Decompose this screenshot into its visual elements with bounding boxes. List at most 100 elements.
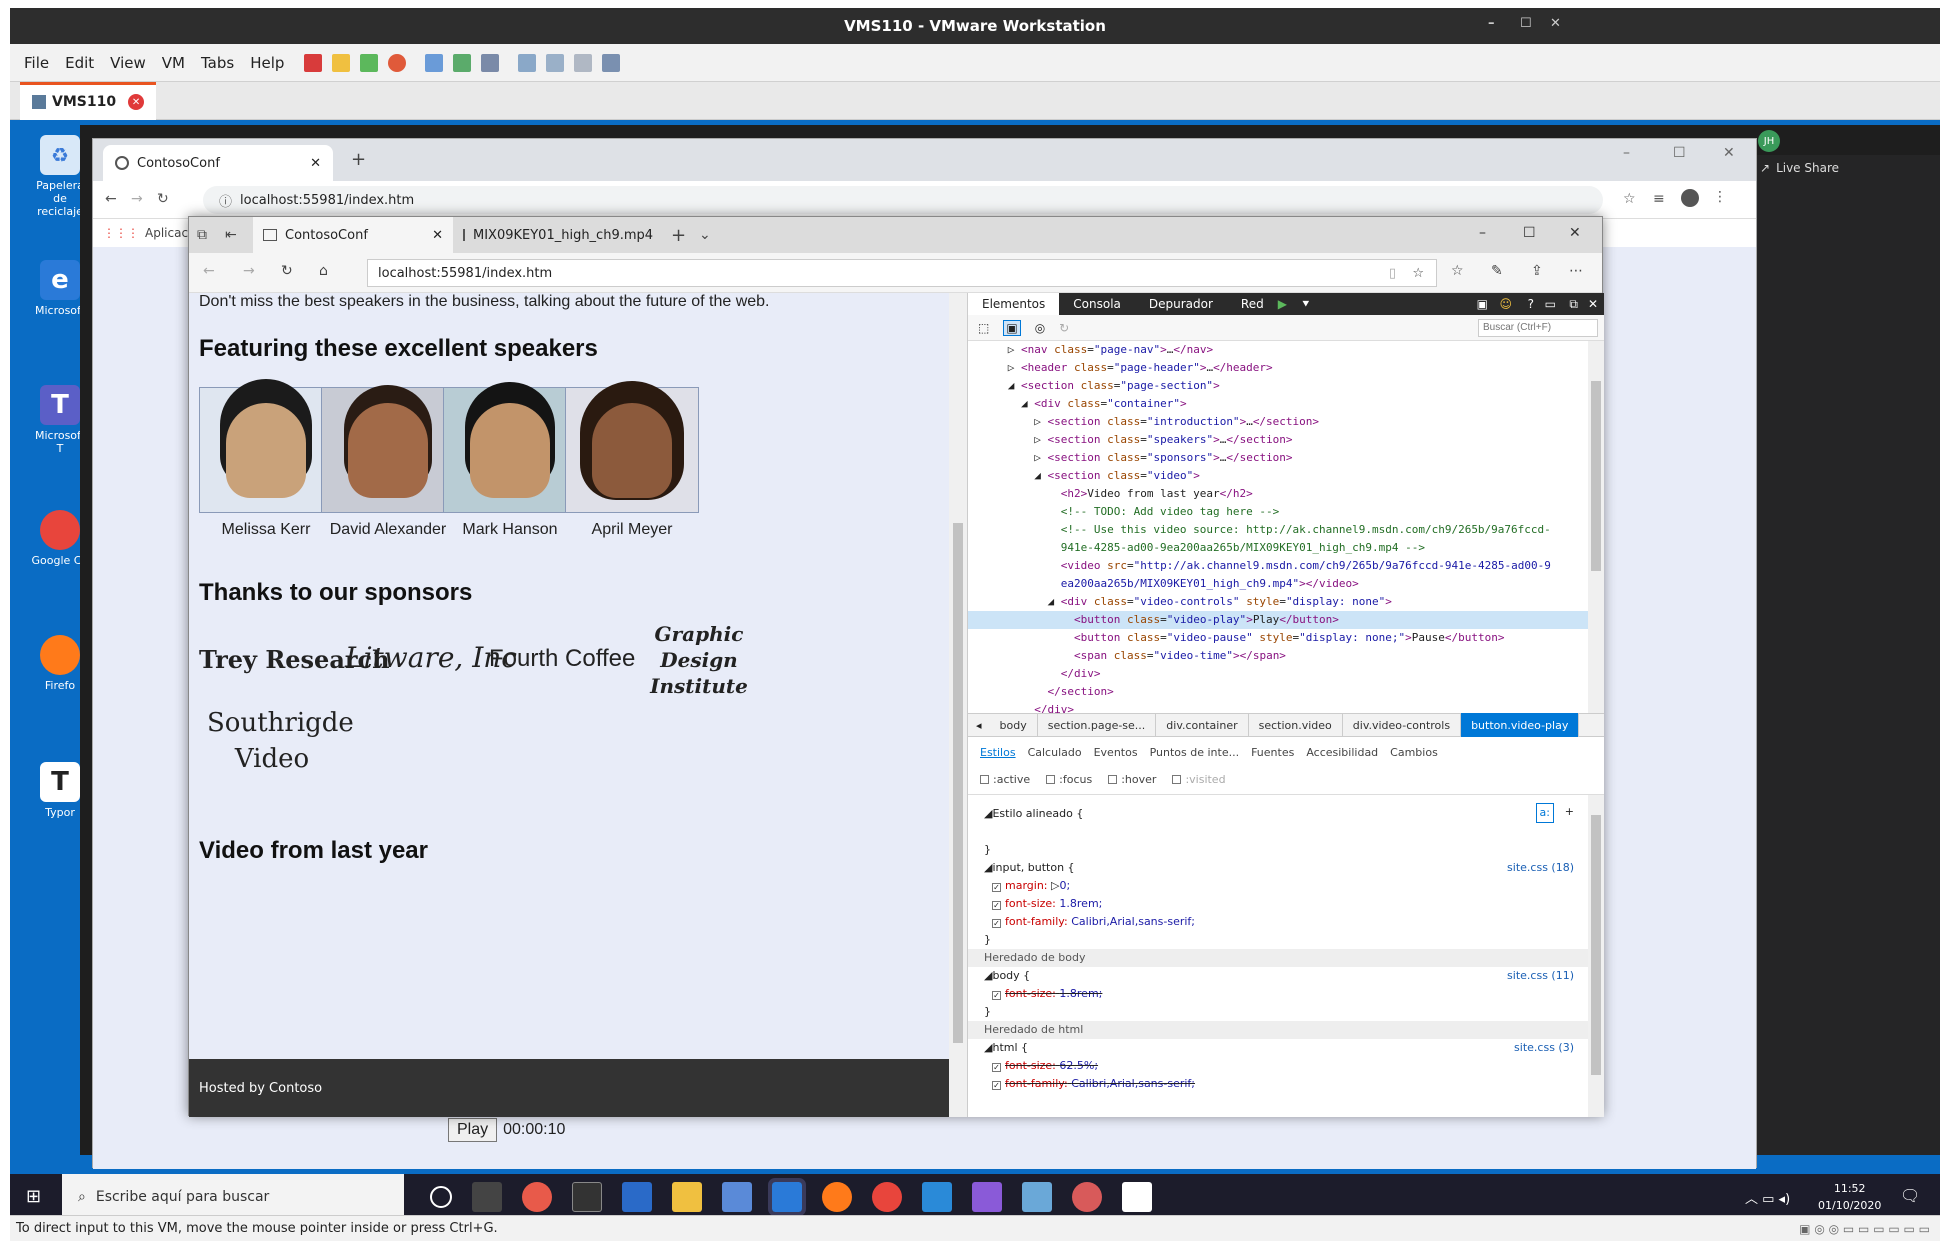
clock[interactable]: 11:52 01/10/2020 — [1818, 1180, 1881, 1214]
tab-vms110[interactable]: VMS110 ✕ — [20, 81, 157, 120]
breadcrumb-item[interactable]: section.page-se... — [1038, 713, 1157, 737]
dom-node[interactable]: ▷ <nav class="page-nav">…</nav> — [968, 341, 1588, 359]
dom-node[interactable]: <button class="video-pause" style="displ… — [968, 629, 1588, 647]
inline-style-rule[interactable]: ◢Estilo alineado { a: + — [968, 803, 1588, 823]
css-rule[interactable]: ◢body {site.css (11) — [968, 967, 1588, 985]
close-tab-icon[interactable]: ✕ — [310, 156, 321, 171]
avatar[interactable]: JH — [1758, 130, 1780, 152]
css-rule[interactable]: ◢html {site.css (3) — [968, 1039, 1588, 1057]
dom-node[interactable]: ▷ <section class="sponsors">…</section> — [968, 449, 1588, 467]
dom-node[interactable]: ◢ <div class="container"> — [968, 395, 1588, 413]
forward-icon[interactable]: → — [131, 191, 143, 207]
minimize-icon[interactable]: – — [1623, 145, 1630, 161]
css-property[interactable]: ✓ font-family: Calibri,Arial,sans-serif; — [968, 913, 1588, 931]
tab-estilos[interactable]: Estilos — [980, 746, 1016, 759]
forward-icon[interactable]: → — [243, 263, 255, 279]
chevron-down-icon[interactable]: ⌄ — [699, 227, 711, 243]
css-property[interactable]: ✓ margin: ▷0; — [968, 877, 1588, 895]
dom-node[interactable]: ▷ <section class="speakers">…</section> — [968, 431, 1588, 449]
dom-node[interactable]: <video src="http://ak.channel9.msdn.com/… — [968, 557, 1588, 575]
play-button[interactable]: Play — [448, 1118, 498, 1142]
close-tab-icon[interactable]: ✕ — [128, 94, 145, 110]
css-property[interactable]: ✓ font-family: Calibri,Arial,sans-serif; — [968, 1075, 1588, 1093]
dom-comment[interactable]: <!-- Use this video source: http://ak.ch… — [968, 521, 1588, 539]
breadcrumb-scroll-left-icon[interactable]: ◂ — [968, 719, 990, 732]
undock-icon[interactable]: ⧉ — [1569, 297, 1578, 312]
dom-node[interactable]: ◢ <div class="video-controls" style="dis… — [968, 593, 1588, 611]
feedback-icon[interactable]: ☺ — [1499, 297, 1512, 311]
toggle-active[interactable]: :active — [980, 773, 1030, 786]
toggle-visited[interactable]: :visited — [1172, 773, 1226, 786]
dom-search-input[interactable] — [1478, 318, 1598, 337]
home-icon[interactable]: ⌂ — [319, 263, 328, 279]
rule-source-link[interactable]: site.css (18) — [1507, 859, 1574, 877]
maximize-icon[interactable]: ☐ — [1523, 225, 1536, 241]
snapshot-manager-icon[interactable] — [481, 53, 500, 72]
notifications-icon[interactable]: 🗨 — [1900, 1186, 1920, 1205]
firefox-icon[interactable] — [822, 1182, 852, 1212]
dom-node[interactable]: <h2>Video from last year</h2> — [968, 485, 1588, 503]
breadcrumb-item-selected[interactable]: button.video-play — [1461, 713, 1580, 737]
rule-source-link[interactable]: site.css (3) — [1514, 1039, 1574, 1057]
revert-snapshot-icon[interactable] — [453, 53, 472, 72]
close-tab-icon[interactable]: ✕ — [432, 228, 443, 243]
layout-icon[interactable]: ◎ — [1035, 321, 1045, 335]
minimize-icon[interactable]: – — [1488, 16, 1495, 31]
power-off-icon[interactable] — [304, 53, 323, 72]
edge-icon[interactable] — [768, 1178, 806, 1216]
dom-node[interactable]: ▷ <header class="page-header">…</header> — [968, 359, 1588, 377]
device-icons[interactable]: ▣ ◎ ◎ ▭ ▭ ▭ ▭ ▭ ▭ — [1799, 1222, 1930, 1236]
typora-icon[interactable] — [1122, 1182, 1152, 1212]
styles-scrollbar[interactable] — [1588, 795, 1604, 1117]
more-icon[interactable]: ⋯ — [1569, 263, 1583, 279]
store-icon[interactable] — [722, 1182, 752, 1212]
restart-icon[interactable] — [388, 53, 407, 72]
menu-vm[interactable]: VM — [154, 54, 193, 72]
new-tab-button[interactable]: + — [671, 225, 686, 246]
star-icon[interactable]: ☆ — [1412, 266, 1424, 281]
dom-comment[interactable]: <!-- TODO: Add video tag here --> — [968, 503, 1588, 521]
tab-actions-icon[interactable]: ⧉ — [197, 227, 207, 243]
minimize-icon[interactable]: – — [1479, 225, 1486, 241]
reload-icon[interactable]: ↻ — [157, 191, 169, 207]
dom-node-selected[interactable]: <button class="video-play">Play</button> — [968, 611, 1588, 629]
dom-node[interactable]: ◢ <section class="video"> — [968, 467, 1588, 485]
tab-cambios[interactable]: Cambios — [1390, 746, 1438, 759]
tray-icons[interactable]: ︿ ▭ ◂) — [1745, 1188, 1790, 1207]
pen-icon[interactable]: ✎ — [1491, 263, 1503, 279]
menu-help[interactable]: Help — [242, 54, 292, 72]
reading-list-icon[interactable]: ≡ — [1653, 191, 1665, 207]
dom-scrollbar[interactable] — [1588, 341, 1604, 713]
set-tabs-aside-icon[interactable]: ⇤ — [225, 227, 237, 243]
close-icon[interactable]: ✕ — [1569, 225, 1581, 241]
tab-puntos-de-interrupcion[interactable]: Puntos de inte... — [1150, 746, 1240, 759]
reading-view-icon[interactable]: ▯ — [1389, 266, 1396, 281]
close-icon[interactable]: ✕ — [1723, 145, 1735, 161]
app-icon[interactable] — [1022, 1182, 1052, 1212]
thumbnail-bar-icon[interactable] — [546, 53, 565, 72]
terminal-icon[interactable] — [572, 1182, 602, 1212]
visual-studio-icon[interactable] — [972, 1182, 1002, 1212]
breadcrumb-item[interactable]: div.video-controls — [1343, 713, 1462, 737]
tab-elementos[interactable]: Elementos — [968, 293, 1060, 315]
live-share-button[interactable]: ↗ Live Share — [1760, 161, 1839, 175]
tab-fuentes[interactable]: Fuentes — [1251, 746, 1294, 759]
css-rule[interactable]: ◢input, button {site.css (18) — [968, 859, 1588, 877]
tab-red[interactable]: Red — [1227, 293, 1278, 315]
vscode-icon[interactable] — [922, 1182, 952, 1212]
chrome-tab-contosoconf[interactable]: ContosoConf ✕ — [103, 145, 333, 181]
page-scrollbar[interactable] — [949, 293, 967, 1117]
toggle-hover[interactable]: :hover — [1108, 773, 1156, 786]
new-tab-button[interactable]: + — [351, 149, 366, 170]
menu-edit[interactable]: Edit — [57, 54, 102, 72]
chrome-address-bar[interactable]: ⓘ localhost:55981/index.htm — [203, 186, 1603, 214]
suspend-icon[interactable] — [332, 53, 351, 72]
breadcrumb-item[interactable]: div.container — [1156, 713, 1249, 737]
new-rule-icon[interactable]: a: — [1535, 803, 1554, 823]
profile-icon[interactable] — [1681, 189, 1699, 207]
play-icon[interactable] — [360, 53, 379, 72]
app-icon[interactable] — [522, 1182, 552, 1212]
dom-node[interactable]: <span class="video-time"></span> — [968, 647, 1588, 665]
chevron-down-icon[interactable]: ⯆ — [1301, 297, 1311, 312]
menu-tabs[interactable]: Tabs — [193, 54, 242, 72]
